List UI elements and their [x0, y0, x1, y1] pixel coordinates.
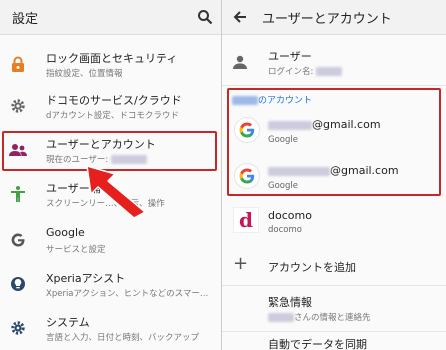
settings-item-sub: 言語と入力、日付と時刻、バックアップ [46, 333, 200, 343]
users-accounts-title: ユーザーとアカウント [262, 11, 392, 27]
emergency-info-sub-text: さんの情報と連絡先 [294, 313, 371, 323]
auto-sync-row[interactable]: 自動でデータを同期 [222, 334, 446, 350]
settings-item-system[interactable]: システム 言語と入力、日付と時刻、バックアップ [0, 306, 221, 348]
settings-item-sub: サービスと設定 [46, 245, 106, 255]
highlight-box-google-accounts [227, 88, 441, 196]
redacted-login-name [316, 67, 343, 76]
docomo-logo-icon: d [233, 207, 259, 233]
settings-item-google[interactable]: Google サービスと設定 [0, 218, 221, 260]
divider [222, 85, 446, 86]
divider [222, 285, 446, 286]
settings-item-xperia-assist[interactable]: Xperiaアシスト Xperiaアクション、ヒントなどのスマー… [0, 262, 221, 304]
settings-item-docomo[interactable]: ドコモのサービス/クラウド dアカウント設定、ドコモクラウド [0, 84, 221, 126]
settings-item-sub: dアカウント設定、ドコモクラウド [46, 111, 179, 121]
add-account-label: アカウントを追加 [268, 261, 356, 274]
settings-title: 設定 [12, 11, 39, 27]
settings-item-label: システム [46, 316, 90, 329]
settings-item-label: Xperiaアシスト [46, 272, 126, 285]
settings-item-label: ロック画面とセキュリティ [46, 52, 178, 65]
user-row[interactable]: ユーザー ログイン名: [222, 40, 446, 82]
emergency-info-row[interactable]: 緊急情報 さんの情報と連絡先 [222, 290, 446, 326]
settings-item-sub: 指紋設定、位置情報 [46, 69, 123, 79]
system-icon [9, 319, 27, 337]
google-g-icon [9, 231, 27, 249]
emergency-info-sub: さんの情報と連絡先 [268, 311, 371, 323]
login-name-label: ログイン名: [268, 67, 317, 77]
person-icon [231, 53, 249, 71]
add-account-row[interactable]: + アカウントを追加 [222, 250, 446, 282]
gear-icon [9, 97, 27, 115]
settings-item-lock-security[interactable]: ロック画面とセキュリティ 指紋設定、位置情報 [0, 42, 221, 84]
user-login-name: ログイン名: [268, 65, 343, 77]
settings-item-sub: Xperiaアクション、ヒントなどのスマー… [46, 289, 209, 299]
settings-panel: 設定 ロック画面とセキュリティ 指紋設定、位置情報 ドコモのサービス/クラウド … [0, 0, 222, 350]
users-accounts-panel: ユーザーとアカウント ユーザー ログイン名: のアカウント @gmail.com… [222, 0, 446, 350]
back-arrow-icon[interactable] [232, 9, 248, 25]
divider [222, 331, 446, 332]
account-row-docomo[interactable]: d docomo docomo [222, 200, 446, 244]
pointer-arrow-icon [86, 165, 146, 219]
docomo-label: docomo [268, 209, 312, 222]
redacted-owner-name [268, 313, 294, 322]
auto-sync-label: 自動でデータを同期 [268, 338, 367, 350]
settings-item-label: ドコモのサービス/クラウド [46, 94, 182, 107]
settings-item-label: Google [46, 226, 85, 239]
emergency-info-label: 緊急情報 [268, 296, 312, 309]
assist-icon [9, 275, 27, 293]
users-accounts-appbar: ユーザーとアカウント [222, 0, 446, 35]
settings-appbar: 設定 [0, 0, 221, 35]
lock-icon [9, 55, 27, 73]
accessibility-icon [9, 185, 27, 203]
search-icon[interactable] [197, 9, 213, 25]
docomo-sub: docomo [268, 225, 302, 235]
plus-icon: + [233, 253, 249, 274]
user-label: ユーザー [268, 50, 312, 63]
